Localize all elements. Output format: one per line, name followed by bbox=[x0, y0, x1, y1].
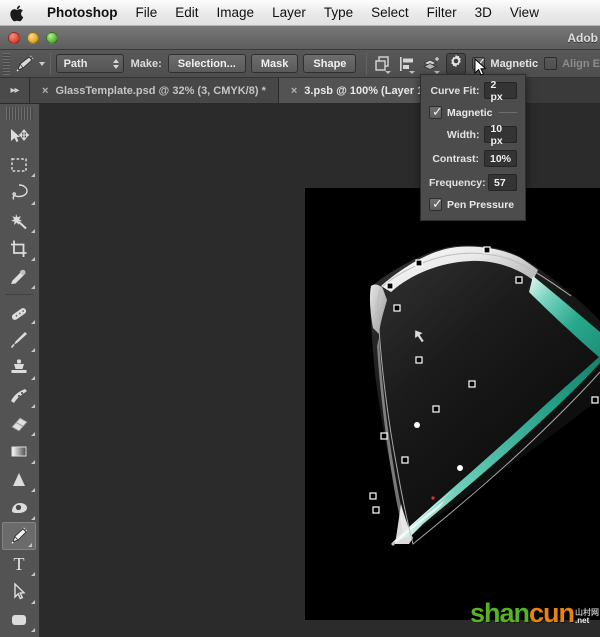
menu-item-filter[interactable]: Filter bbox=[418, 0, 466, 26]
width-row: Width: 10 px bbox=[429, 123, 517, 147]
curve-fit-label: Curve Fit: bbox=[430, 84, 480, 97]
lasso-tool[interactable] bbox=[0, 179, 38, 207]
pen-pressure-checkbox[interactable]: ✓ bbox=[429, 197, 443, 211]
align-edges-checkbox[interactable] bbox=[544, 57, 558, 70]
width-label: Width: bbox=[446, 128, 480, 141]
eraser-tool[interactable] bbox=[0, 410, 38, 438]
make-label: Make: bbox=[130, 57, 162, 70]
clone-stamp-tool[interactable] bbox=[0, 354, 38, 382]
window-title: Adob bbox=[567, 31, 598, 45]
menu-item-photoshop[interactable]: Photoshop bbox=[38, 0, 127, 26]
close-button[interactable] bbox=[8, 31, 20, 44]
window-title-bar: Adob bbox=[0, 26, 600, 50]
document-tab-label: GlassTemplate.psd @ 32% (3, CMYK/8) * bbox=[55, 84, 266, 97]
contrast-row: Contrast: 10% bbox=[429, 150, 517, 167]
apple-logo-icon[interactable] bbox=[10, 4, 26, 22]
window-controls bbox=[8, 31, 58, 44]
options-divider-2 bbox=[366, 52, 368, 75]
tools-panel-grip[interactable] bbox=[6, 107, 33, 120]
rounded-rectangle-tool[interactable] bbox=[0, 606, 38, 634]
options-divider bbox=[49, 52, 51, 75]
svg-text:T: T bbox=[14, 554, 25, 574]
mouse-cursor-icon bbox=[474, 57, 488, 83]
watermark-text-cun: cun bbox=[529, 598, 575, 628]
geometry-options-gear-button[interactable] bbox=[445, 52, 467, 75]
move-tool[interactable] bbox=[0, 123, 38, 151]
frequency-label: Frequency: bbox=[429, 176, 486, 189]
options-bar-grip[interactable] bbox=[3, 52, 11, 75]
document-tab-3psb[interactable]: × 3.psb @ 100% (Layer 1, bbox=[278, 78, 440, 103]
gradient-tool[interactable] bbox=[0, 438, 38, 466]
menu-item-file[interactable]: File bbox=[127, 0, 167, 26]
make-mask-button[interactable]: Mask bbox=[250, 54, 299, 73]
frequency-row: Frequency: 57 bbox=[429, 174, 517, 191]
magnetic-separator bbox=[498, 112, 517, 113]
magnetic-row[interactable]: ✓ Magnetic bbox=[429, 105, 517, 119]
path-mode-value: Path bbox=[63, 57, 88, 70]
blur-tool[interactable] bbox=[0, 466, 38, 494]
document-tab-label: 3.psb @ 100% (Layer 1, bbox=[304, 84, 427, 97]
pen-tool[interactable] bbox=[2, 522, 36, 550]
pen-pressure-row[interactable]: ✓ Pen Pressure bbox=[429, 197, 517, 211]
path-arrangement-icon[interactable] bbox=[421, 52, 441, 76]
close-icon[interactable]: × bbox=[291, 85, 297, 97]
magnetic-label: Magnetic bbox=[490, 57, 539, 70]
path-operations-icon[interactable] bbox=[372, 52, 392, 76]
menu-item-3d[interactable]: 3D bbox=[466, 0, 501, 26]
rectangular-marquee-tool[interactable] bbox=[0, 151, 38, 179]
menu-item-layer[interactable]: Layer bbox=[263, 0, 315, 26]
zoom-button[interactable] bbox=[46, 31, 58, 44]
watermark-chinese: 山村网 .net bbox=[575, 609, 599, 625]
curve-fit-field[interactable]: 2 px bbox=[484, 79, 517, 103]
tools-divider bbox=[5, 294, 34, 295]
crop-tool[interactable] bbox=[0, 235, 38, 263]
magic-wand-tool[interactable] bbox=[0, 207, 38, 235]
document-tab-glasstemplate[interactable]: × GlassTemplate.psd @ 32% (3, CMYK/8) * bbox=[30, 78, 279, 103]
magnetic-panel-label: Magnetic bbox=[447, 106, 493, 119]
expand-panels-icon[interactable]: ▸▸ bbox=[0, 78, 30, 103]
path-mode-stepper-icon[interactable] bbox=[112, 58, 119, 69]
close-icon[interactable]: × bbox=[42, 85, 48, 97]
frequency-field[interactable]: 57 bbox=[488, 174, 517, 191]
magnetic-panel-checkbox[interactable]: ✓ bbox=[429, 105, 443, 119]
align-edges-label: Align E bbox=[562, 57, 600, 70]
path-mode-select[interactable]: Path bbox=[55, 54, 124, 73]
history-brush-tool[interactable] bbox=[0, 382, 38, 410]
healing-brush-tool[interactable] bbox=[0, 298, 38, 326]
menu-item-view[interactable]: View bbox=[501, 0, 548, 26]
watermark-cn-bottom: .net bbox=[575, 616, 590, 625]
mac-menu-bar: Photoshop File Edit Image Layer Type Sel… bbox=[0, 0, 600, 26]
make-shape-button[interactable]: Shape bbox=[303, 54, 357, 73]
path-alignment-icon[interactable] bbox=[397, 52, 417, 76]
curve-fit-row: Curve Fit: 2 px bbox=[429, 79, 517, 103]
pen-pressure-label: Pen Pressure bbox=[447, 198, 515, 211]
menu-item-type[interactable]: Type bbox=[315, 0, 362, 26]
make-selection-button[interactable]: Selection... bbox=[167, 54, 246, 73]
menu-item-select[interactable]: Select bbox=[362, 0, 418, 26]
menu-item-image[interactable]: Image bbox=[208, 0, 264, 26]
tools-panel: T bbox=[0, 104, 40, 637]
type-tool[interactable]: T bbox=[0, 550, 38, 578]
brush-tool[interactable] bbox=[0, 326, 38, 354]
watermark-text-shan: shan bbox=[470, 598, 530, 628]
menu-item-edit[interactable]: Edit bbox=[166, 0, 207, 26]
document-canvas[interactable] bbox=[305, 188, 600, 620]
contrast-field[interactable]: 10% bbox=[483, 150, 517, 167]
minimize-button[interactable] bbox=[27, 31, 39, 44]
align-edges-checkbox-row[interactable]: Align E bbox=[544, 57, 600, 70]
width-field[interactable]: 10 px bbox=[484, 123, 517, 147]
path-selection-tool[interactable] bbox=[0, 578, 38, 606]
geometry-options-panel[interactable]: Curve Fit: 2 px ✓ Magnetic Width: 10 px … bbox=[420, 74, 526, 221]
glass-artwork bbox=[305, 188, 600, 620]
watermark: shan cun 山村网 .net bbox=[470, 600, 599, 627]
eyedropper-tool[interactable] bbox=[0, 263, 38, 291]
tool-preset-chevron-down-icon[interactable] bbox=[38, 61, 45, 66]
photoshop-window: Photoshop File Edit Image Layer Type Sel… bbox=[0, 0, 600, 637]
freeform-pen-tool-icon[interactable] bbox=[13, 51, 37, 77]
contrast-label: Contrast: bbox=[432, 152, 479, 165]
dodge-tool[interactable] bbox=[0, 494, 38, 522]
gear-icon bbox=[449, 54, 463, 73]
